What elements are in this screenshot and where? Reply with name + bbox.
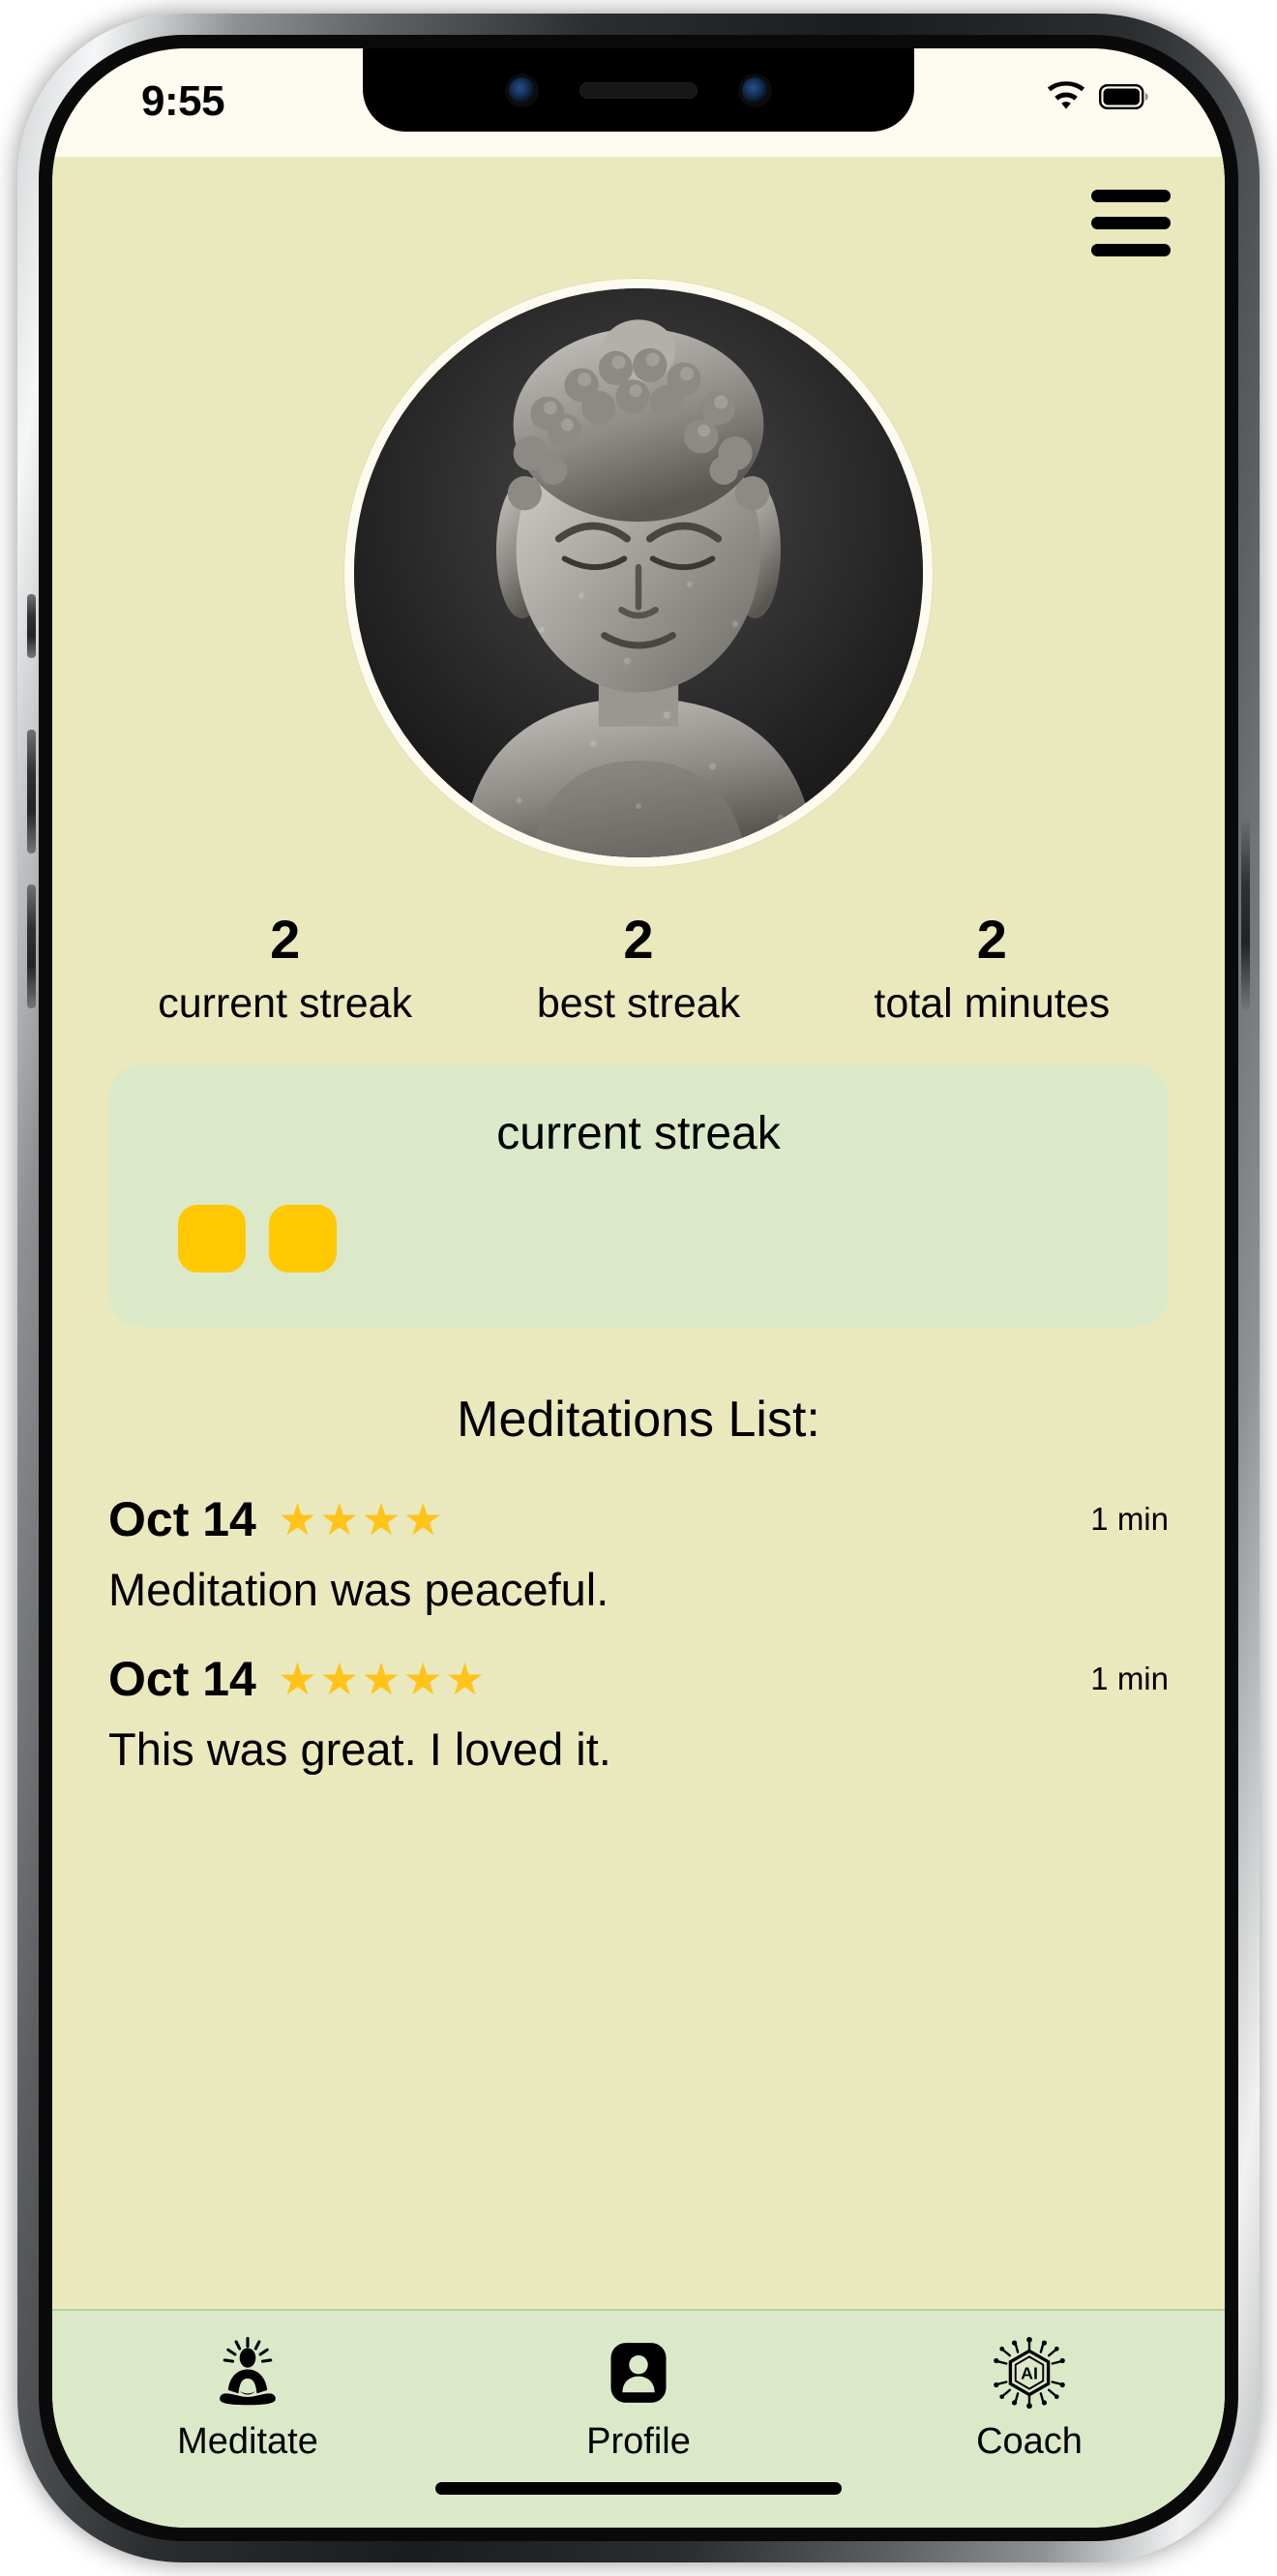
- meditation-date: Oct 14: [108, 1491, 256, 1546]
- rating-stars: ★★★★: [277, 1493, 445, 1544]
- tab-meditate[interactable]: Meditate: [52, 2336, 443, 2463]
- rating-stars: ★★★★★: [277, 1653, 488, 1704]
- hamburger-menu-icon[interactable]: [1091, 188, 1180, 257]
- meditating-person-icon: [211, 2336, 284, 2410]
- streak-day-marker: [269, 1204, 337, 1273]
- meditation-duration: 1 min: [1090, 1500, 1169, 1537]
- buddha-statue-avatar: [354, 288, 923, 857]
- streak-day-marker: [178, 1204, 246, 1273]
- current-streak-card: current streak: [108, 1063, 1169, 1327]
- menu-bar-2: [1091, 216, 1171, 229]
- front-camera-icon: [509, 76, 535, 104]
- stat-label: current streak: [158, 979, 413, 1027]
- stat-current-streak: 2 current streak: [108, 909, 461, 1028]
- streak-card-title: current streak: [496, 1107, 781, 1159]
- phone-inner-frame: 9:55 2 current streak 2 best streak 2 to…: [39, 35, 1238, 2541]
- home-indicator[interactable]: [435, 2482, 842, 2495]
- list-item[interactable]: Oct 14 ★★★★★ 1 min This was great. I lov…: [108, 1651, 1169, 1776]
- status-bar: 9:55: [52, 48, 1225, 157]
- svg-text:AI: AI: [1021, 2364, 1038, 2383]
- volume-up-button[interactable]: [27, 730, 36, 854]
- phone-screen: 9:55 2 current streak 2 best streak 2 to…: [52, 48, 1225, 2528]
- tab-label: Coach: [976, 2421, 1083, 2462]
- stats-row: 2 current streak 2 best streak 2 total m…: [52, 909, 1225, 1028]
- stat-value: 2: [976, 909, 1007, 970]
- meditation-date: Oct 14: [108, 1651, 256, 1706]
- status-bar-clock: 9:55: [141, 77, 225, 125]
- stat-value: 2: [623, 909, 654, 970]
- face-id-sensor-icon: [742, 76, 768, 104]
- tab-profile[interactable]: Profile: [443, 2336, 834, 2463]
- status-bar-indicators: [1046, 81, 1149, 112]
- tab-coach[interactable]: AI Coach: [834, 2336, 1225, 2463]
- person-card-icon: [602, 2336, 675, 2410]
- battery-icon: [1099, 82, 1149, 111]
- tab-label: Meditate: [177, 2421, 318, 2462]
- phone-notch: [363, 48, 914, 132]
- tab-label: Profile: [586, 2421, 691, 2462]
- wifi-icon: [1046, 81, 1086, 112]
- bottom-tab-bar: Meditate Profile AI Coach: [52, 2309, 1225, 2528]
- meditation-note: Meditation was peaceful.: [108, 1563, 609, 1615]
- page-title: Meditations List:: [457, 1391, 820, 1448]
- meditation-note: This was great. I loved it.: [108, 1722, 611, 1775]
- stat-best-streak: 2 best streak: [461, 909, 815, 1028]
- silent-switch[interactable]: [27, 594, 36, 658]
- stat-label: total minutes: [874, 979, 1111, 1027]
- avatar[interactable]: [344, 279, 933, 867]
- ai-chip-icon: AI: [993, 2336, 1066, 2410]
- list-item-header: Oct 14 ★★★★ 1 min: [108, 1491, 1169, 1547]
- menu-bar-3: [1091, 243, 1171, 256]
- volume-down-button[interactable]: [27, 884, 36, 1008]
- meditations-list: Oct 14 ★★★★ 1 min Meditation was peacefu…: [52, 1491, 1225, 2309]
- power-button[interactable]: [1241, 817, 1250, 1010]
- app-content: 2 current streak 2 best streak 2 total m…: [52, 157, 1225, 2528]
- list-item[interactable]: Oct 14 ★★★★ 1 min Meditation was peacefu…: [108, 1491, 1169, 1616]
- menu-bar-1: [1091, 189, 1171, 202]
- streak-day-markers: [108, 1204, 1169, 1273]
- earpiece-speaker: [579, 81, 698, 99]
- stat-value: 2: [270, 909, 301, 970]
- meditation-duration: 1 min: [1090, 1660, 1169, 1696]
- phone-bezel: 9:55 2 current streak 2 best streak 2 to…: [52, 48, 1225, 2528]
- stat-total-minutes: 2 total minutes: [816, 909, 1169, 1028]
- list-item-header: Oct 14 ★★★★★ 1 min: [108, 1651, 1169, 1707]
- stat-label: best streak: [536, 979, 741, 1027]
- phone-device-frame: 9:55 2 current streak 2 best streak 2 to…: [17, 14, 1260, 2562]
